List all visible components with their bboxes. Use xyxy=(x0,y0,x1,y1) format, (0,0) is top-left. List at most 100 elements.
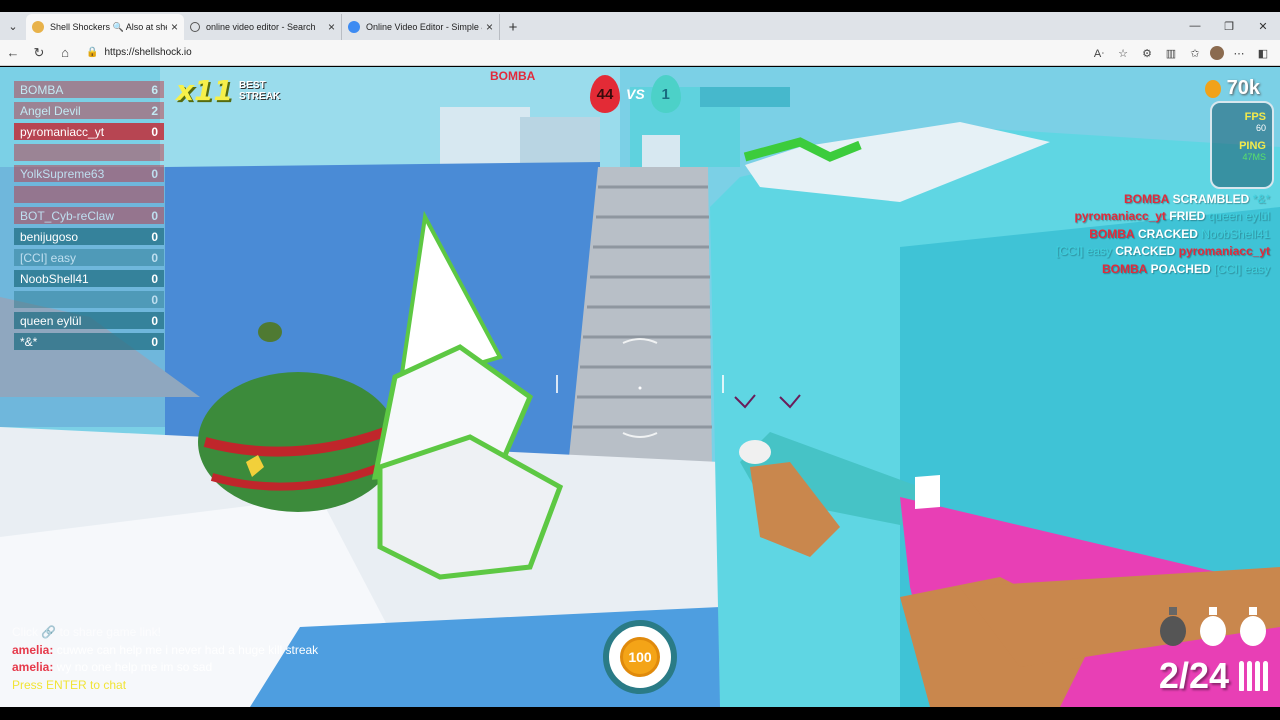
scoreboard-row xyxy=(14,144,164,161)
player-score: 0 xyxy=(151,292,158,307)
chat-message: amelia: cuwwe can help me i never had a … xyxy=(12,642,318,660)
grenade-inventory xyxy=(1158,605,1268,647)
read-aloud-icon[interactable]: Aᐧ xyxy=(1090,47,1108,60)
split-screen-icon[interactable]: ▥ xyxy=(1162,47,1180,60)
kill-feed-entry: BOMBA POACHED [CCI] easy xyxy=(1056,261,1270,278)
new-tab-button[interactable]: + xyxy=(500,14,526,40)
ammo-counter: 2/24 xyxy=(1159,655,1268,697)
team-score: 44 VS 1 xyxy=(590,75,681,113)
kill-feed-entry: [CCI] easy CRACKED pyromaniacc_yt xyxy=(1056,243,1270,260)
kill-feed: BOMBA SCRAMBLED *&* pyromaniacc_yt FRIED… xyxy=(1056,191,1270,278)
grenade-icon xyxy=(1240,607,1266,646)
health-indicator: 100 xyxy=(603,620,677,694)
player-score: 0 xyxy=(151,124,158,139)
scoreboard-row: Angel Devil 2 xyxy=(14,102,164,119)
tab-actions-menu-icon[interactable]: ⌄ xyxy=(0,12,26,40)
player-name: pyromaniacc_yt xyxy=(20,124,105,139)
blue-team-egg-icon: 1 xyxy=(650,75,681,113)
restore-icon[interactable]: ❐ xyxy=(1212,12,1246,40)
profile-icon[interactable] xyxy=(1210,46,1224,60)
close-tab-icon[interactable]: × xyxy=(328,20,335,34)
victim-name: NoobShell41 xyxy=(1201,226,1270,241)
player-score: 6 xyxy=(151,82,158,97)
player-score: 0 xyxy=(151,166,158,181)
shell-shockers-favicon-icon xyxy=(32,21,44,33)
scoreboard-row xyxy=(14,186,164,203)
fps-value: 60 xyxy=(1255,123,1266,133)
player-score: 0 xyxy=(151,313,158,328)
kill-action: SCRAMBLED xyxy=(1172,192,1250,206)
kill-feed-entry: BOMBA SCRAMBLED *&* xyxy=(1056,191,1270,208)
chat-panel: Click 🔗 to share game link! amelia: cuww… xyxy=(12,624,318,694)
kill-feed-entry: BOMBA CRACKED NoobShell41 xyxy=(1056,226,1270,243)
letterbox-top xyxy=(0,0,1280,12)
kill-action: CRACKED xyxy=(1137,226,1198,241)
chat-sender: amelia: xyxy=(12,642,54,657)
killer-name: BOMBA xyxy=(1123,192,1170,206)
versus-label: VS xyxy=(626,86,645,102)
close-tab-icon[interactable]: × xyxy=(486,20,493,34)
victim-name: pyromaniacc_yt xyxy=(1178,244,1270,259)
streak-label: BEST STREAK xyxy=(239,80,280,102)
player-name: queen eylül xyxy=(20,313,82,328)
grenade-used-icon xyxy=(1160,607,1186,646)
scoreboard-row: benijugoso 0 xyxy=(14,228,164,245)
chat-input-hint[interactable]: Press ENTER to chat xyxy=(12,677,318,695)
game-viewport[interactable]: BOMBA 6 Angel Devil 2 pyromaniacc_yt 0 Yolk… xyxy=(0,67,1280,707)
killer-name: BOMBA xyxy=(1089,226,1135,241)
player-name: BOT_Cyb-reClaw xyxy=(20,208,115,223)
copilot-icon[interactable]: ◧ xyxy=(1254,47,1272,60)
url-field[interactable]: 🔒 https://shellshock.io xyxy=(86,43,1086,63)
killer-name: BOMBA xyxy=(1101,261,1148,276)
player-score: 0 xyxy=(151,250,158,265)
close-tab-icon[interactable]: × xyxy=(171,20,178,34)
ping-label: PING xyxy=(1239,140,1266,152)
scoreboard-row: [CCI] easy 0 xyxy=(14,249,164,266)
chat-system-message: Click 🔗 to share game link! xyxy=(12,625,161,639)
health-value: 100 xyxy=(620,637,660,677)
player-name: YolkSupreme63 xyxy=(20,166,105,181)
back-icon[interactable]: ← xyxy=(0,45,26,60)
tab-title: Online Video Editor - Simple & Fre xyxy=(366,22,482,32)
scoreboard-row: NoobShell41 0 xyxy=(14,270,164,287)
minimize-icon[interactable]: — xyxy=(1178,12,1212,40)
streak-label-line1: BEST xyxy=(239,79,266,91)
victim-name: [CCI] easy xyxy=(1213,261,1270,276)
tab-video-editor[interactable]: Online Video Editor - Simple & Fre × xyxy=(342,14,500,40)
golden-egg-icon xyxy=(1204,79,1221,98)
scoreboard-row: *&* 0 xyxy=(14,333,164,350)
player-name: [CCI] easy xyxy=(20,250,77,265)
kill-action: FRIED xyxy=(1169,209,1206,224)
red-team-score: 44 xyxy=(596,85,614,103)
home-icon[interactable]: ⌂ xyxy=(52,45,78,60)
close-window-icon[interactable]: ✕ xyxy=(1246,12,1280,40)
player-name: NoobShell41 xyxy=(20,271,89,286)
tab-search[interactable]: online video editor - Search × xyxy=(184,14,342,40)
window-controls: — ❐ ✕ xyxy=(1178,12,1280,40)
player-score: 0 xyxy=(151,271,158,286)
lock-icon[interactable]: 🔒 xyxy=(86,47,98,58)
scoreboard-row: 0 xyxy=(14,291,164,308)
tab-strip: ⌄ Shell Shockers 🔍 Also at she × online … xyxy=(0,12,1280,40)
player-name: BOMBA xyxy=(20,82,64,97)
coin-count: 70k xyxy=(1226,77,1260,99)
tab-title: online video editor - Search xyxy=(206,22,316,32)
address-bar: ← ↻ ⌂ 🔒 https://shellshock.io Aᐧ ☆ ⚙ ▥ ✩… xyxy=(0,40,1280,66)
streak-label-line2: STREAK xyxy=(239,90,281,102)
streak-count: x11 xyxy=(176,74,234,107)
tab-shell-shockers[interactable]: Shell Shockers 🔍 Also at she × xyxy=(26,14,184,40)
chat-text: cuwwe can help me i never had a huge kil… xyxy=(56,642,319,657)
performance-stats: FPS 60 PING 47MS xyxy=(1210,101,1274,189)
letterbox-bottom xyxy=(0,707,1280,720)
favorite-icon[interactable]: ☆ xyxy=(1114,47,1132,60)
more-icon[interactable]: ⋯ xyxy=(1230,47,1248,60)
extensions-icon[interactable]: ⚙ xyxy=(1138,47,1156,60)
best-streak: x11 BEST STREAK xyxy=(176,74,280,107)
fps-label: FPS xyxy=(1244,111,1266,123)
victim-name: *&* xyxy=(1252,192,1270,206)
scoreboard-row: queen eylül 0 xyxy=(14,312,164,329)
player-score: 0 xyxy=(151,334,158,349)
ammo-count: 2/24 xyxy=(1158,655,1229,696)
favorites-icon[interactable]: ✩ xyxy=(1186,47,1204,60)
refresh-icon[interactable]: ↻ xyxy=(26,45,52,61)
